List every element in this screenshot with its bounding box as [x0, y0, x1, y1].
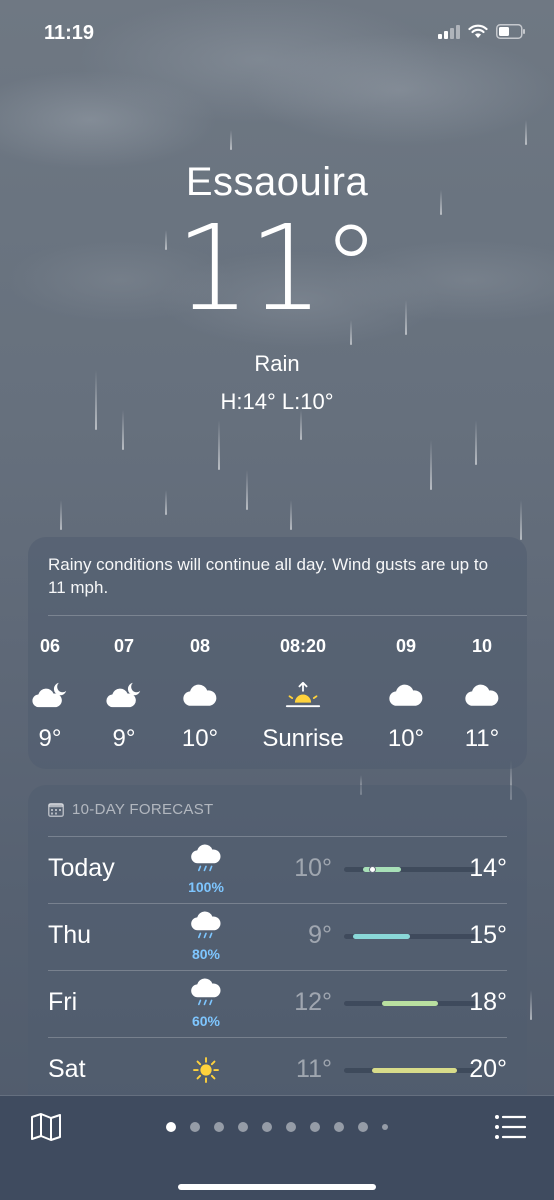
forecast-icon-group: 80%: [176, 911, 236, 962]
precip-chance: 60%: [191, 1013, 221, 1029]
forecast-low: 12°: [294, 988, 332, 1016]
cloud-icon: [437, 671, 527, 719]
precip-chance: 80%: [191, 946, 221, 962]
hour-time: 10: [471, 636, 493, 656]
forecast-high: 15°: [469, 921, 507, 949]
hour-temperature: 10°: [181, 725, 219, 752]
page-dot[interactable]: [358, 1122, 368, 1132]
raindrop: [520, 500, 522, 540]
row-divider: [48, 970, 507, 971]
page-dot[interactable]: [310, 1122, 320, 1132]
cloud-rain-icon: [176, 978, 236, 1015]
status-bar: 11:19: [0, 0, 554, 64]
hour-time: 08:20: [279, 636, 327, 656]
forecast-row[interactable]: Fri 60% 12° 18°: [48, 970, 527, 1037]
hour-item: 10 11°: [437, 635, 527, 753]
row-divider: [48, 903, 507, 904]
home-indicator[interactable]: [178, 1184, 376, 1190]
page-dot[interactable]: [286, 1122, 296, 1132]
current-condition: Rain: [254, 351, 300, 376]
cloud-icon: [155, 671, 245, 719]
forecast-row[interactable]: Sat 11° 20°: [48, 1037, 527, 1104]
raindrop: [530, 990, 532, 1020]
forecast-icon-group: [176, 1045, 236, 1090]
hour-item: 08 10°: [155, 635, 245, 753]
sunrise-icon: [258, 671, 348, 719]
battery-icon: [496, 24, 525, 39]
forecast-header: 10-DAY FORECAST: [48, 801, 213, 818]
high-low-temperature: H:14° L:10°: [220, 389, 334, 414]
raindrop: [218, 420, 220, 470]
hourly-list[interactable]: 06 9° 07 9° 08 10° 08:20 Sunrise 09 10° 10 11°: [28, 635, 527, 765]
raindrop: [290, 500, 292, 530]
forecast-high: 18°: [469, 988, 507, 1016]
list-icon[interactable]: [494, 1113, 526, 1141]
row-divider: [48, 1037, 507, 1038]
calendar-icon: [48, 803, 64, 817]
forecast-header-label: 10-DAY FORECAST: [72, 801, 214, 818]
hour-item: 08:20 Sunrise: [258, 635, 348, 753]
temperature-range-bar: [344, 866, 476, 873]
temperature-range-bar: [344, 1068, 476, 1073]
raindrop: [430, 440, 432, 490]
forecast-high: 20°: [469, 1055, 507, 1083]
forecast-icon-group: 60%: [176, 978, 236, 1029]
temperature-range-fill: [381, 1001, 439, 1006]
page-dot[interactable]: [166, 1122, 176, 1132]
hour-temperature: 11°: [464, 725, 500, 752]
status-time: 11:19: [44, 22, 95, 44]
raindrop: [246, 470, 248, 510]
raindrop: [525, 120, 527, 145]
forecast-low: 10°: [294, 854, 332, 882]
page-dot[interactable]: [238, 1122, 248, 1132]
page-dot[interactable]: [382, 1124, 388, 1130]
forecast-row[interactable]: Thu 80% 9° 15°: [48, 903, 527, 970]
temperature-range-bar: [344, 1001, 476, 1006]
sun-icon: [176, 1055, 236, 1090]
forecast-day: Thu: [48, 921, 92, 949]
page-dot[interactable]: [262, 1122, 272, 1132]
row-divider: [48, 836, 507, 837]
hour-temperature: Sunrise: [262, 725, 344, 752]
current-temperature: 11°: [175, 199, 380, 337]
temperature-range-fill: [372, 1068, 458, 1073]
forecast-day: Today: [48, 854, 115, 882]
wifi-icon: [468, 24, 488, 38]
status-icons: [438, 24, 526, 39]
raindrop: [475, 420, 477, 465]
current-temp-dot: [368, 866, 376, 873]
precip-chance: 100%: [188, 879, 224, 895]
bottom-toolbar: [0, 1095, 554, 1200]
temperature-range-bar: [344, 934, 476, 939]
forecast-high: 14°: [469, 854, 507, 882]
raindrop: [122, 410, 124, 450]
forecast-icon-group: 100%: [176, 844, 236, 895]
raindrop: [230, 130, 232, 150]
forecast-summary: Rainy conditions will continue all day. …: [48, 555, 489, 597]
raindrop: [165, 490, 167, 515]
cloud-rain-icon: [176, 844, 236, 881]
forecast-low: 9°: [308, 921, 332, 949]
forecast-low: 11°: [296, 1055, 332, 1083]
forecast-row[interactable]: Today 100% 10° 14°: [48, 836, 527, 903]
page-dot[interactable]: [190, 1122, 200, 1132]
hourly-forecast-card[interactable]: Rainy conditions will continue all day. …: [28, 537, 527, 769]
ten-day-forecast-card[interactable]: 10-DAY FORECAST Today 100% 10° 14° Thu 80% 9…: [28, 785, 527, 1105]
page-dot[interactable]: [334, 1122, 344, 1132]
hour-time: 08: [189, 636, 211, 656]
cloud-rain-icon: [176, 911, 236, 948]
page-indicator[interactable]: [0, 1122, 554, 1132]
cellular-signal-icon: [438, 24, 460, 39]
temperature-range-fill: [353, 934, 410, 939]
page-dot[interactable]: [214, 1122, 224, 1132]
divider: [48, 615, 527, 616]
raindrop: [60, 500, 62, 530]
forecast-day: Fri: [48, 988, 78, 1016]
forecast-day: Sat: [48, 1055, 86, 1083]
current-weather: Essaouira 11° Rain H:14° L:10°: [0, 160, 554, 415]
